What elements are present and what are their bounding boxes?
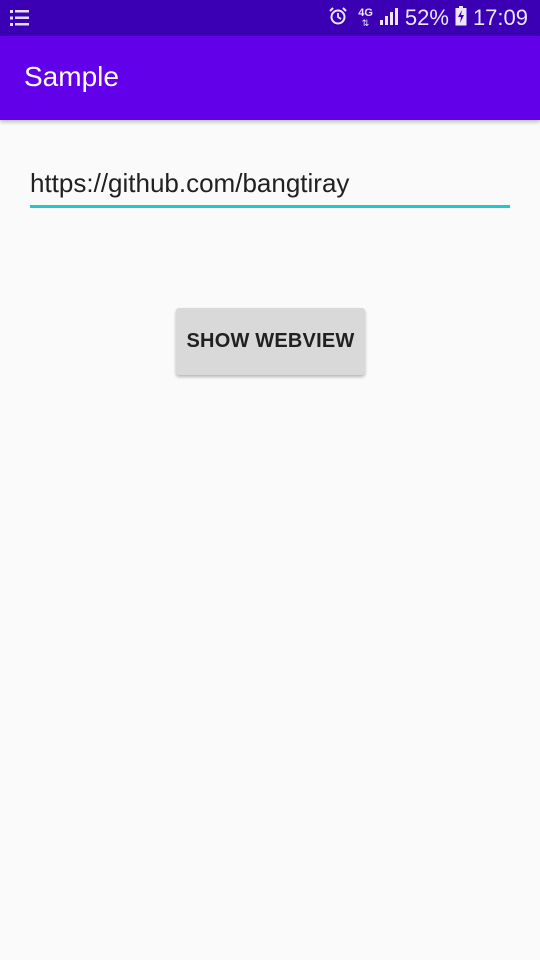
app-bar: Sample	[0, 36, 540, 120]
url-field[interactable]	[30, 160, 510, 208]
alarm-icon	[328, 6, 348, 31]
network-4g-icon: 4G ⇅	[358, 7, 373, 29]
clock: 17:09	[472, 5, 528, 30]
battery-charging-icon	[455, 5, 467, 31]
show-webview-button[interactable]: SHOW WEBVIEW	[176, 308, 365, 375]
status-indicators: 4G ⇅ 52% 17:09	[328, 0, 528, 36]
url-input[interactable]	[30, 160, 510, 206]
app-title: Sample	[24, 61, 119, 92]
battery-percent: 52%	[404, 5, 449, 30]
url-input-underline	[30, 205, 510, 208]
signal-icon	[379, 6, 399, 31]
menu-list-icon	[10, 8, 30, 28]
status-bar: 4G ⇅ 52% 17:09	[0, 0, 540, 36]
